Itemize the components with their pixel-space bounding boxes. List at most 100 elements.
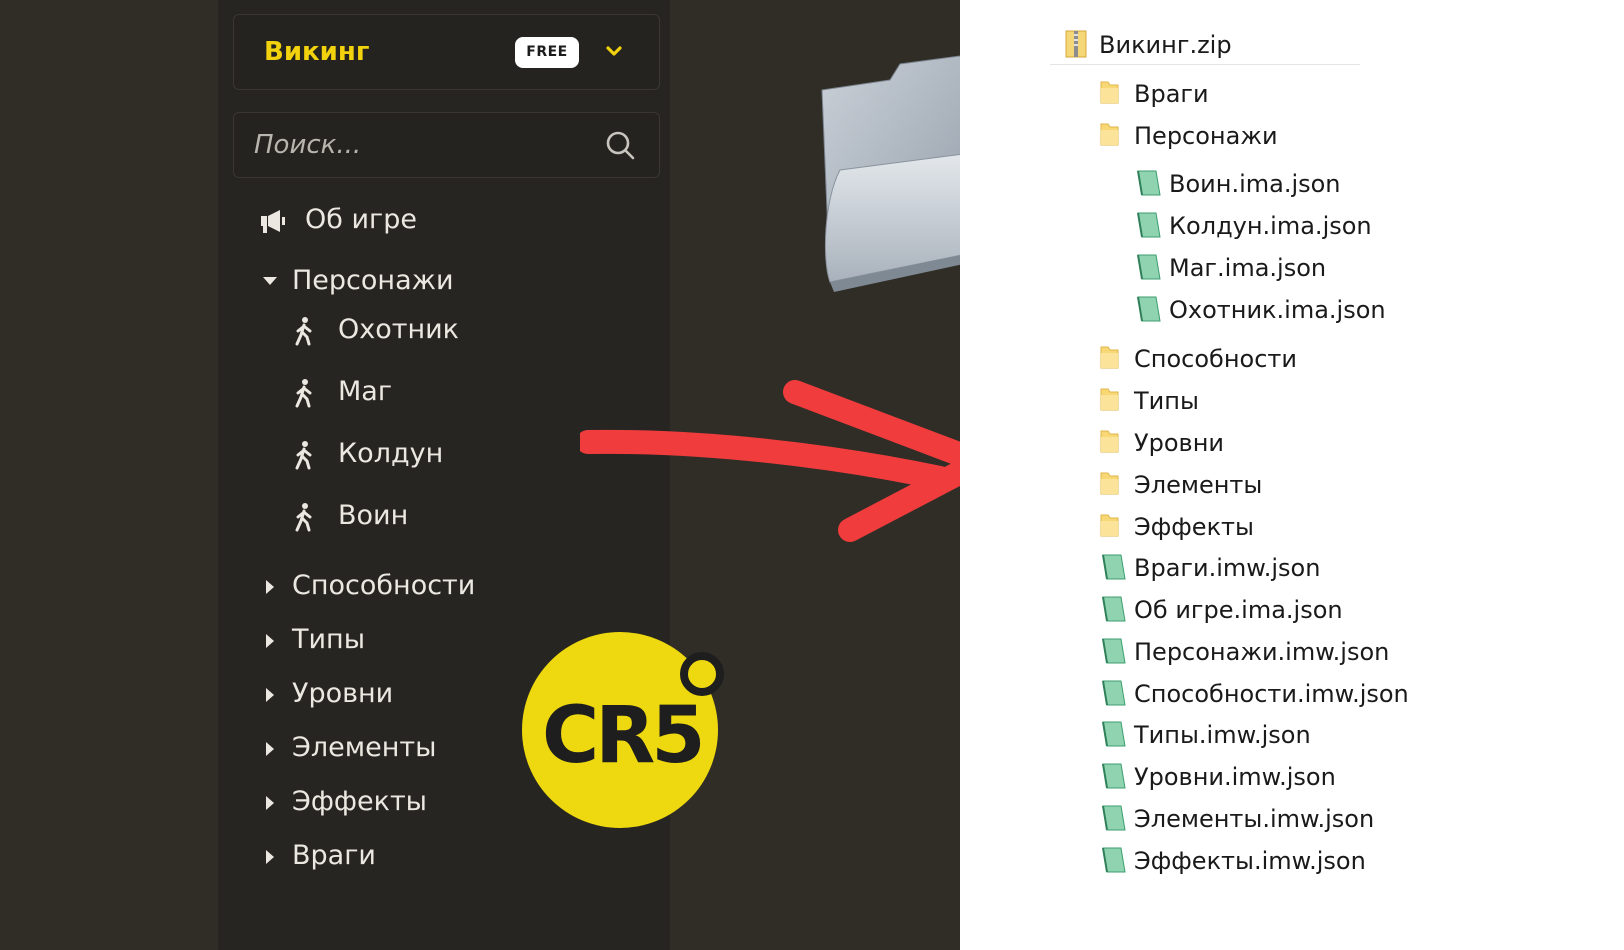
- search-box: [233, 112, 660, 178]
- zip-archive-icon: [1065, 30, 1087, 58]
- walking-person-icon: [295, 441, 312, 470]
- nav-label: Элементы: [292, 732, 437, 763]
- caret-right-icon: [266, 796, 274, 810]
- folder-icon: [1100, 388, 1119, 411]
- file-name: Уровни.imw.json: [1134, 763, 1336, 791]
- file-name: Эффекты.imw.json: [1134, 847, 1366, 875]
- file-item[interactable]: Об игре.ima.json: [1098, 592, 1398, 628]
- folder-icon: [1100, 81, 1119, 104]
- file-name: Враги: [1134, 80, 1209, 108]
- nav-group[interactable]: Уровни: [258, 677, 488, 717]
- archive-item[interactable]: Викинг.zip: [1063, 27, 1263, 63]
- json-file-icon: [1102, 554, 1126, 580]
- project-selector[interactable]: Викинг FREE: [233, 14, 660, 90]
- caret-right-icon: [266, 742, 274, 756]
- chevron-down-icon[interactable]: [604, 41, 624, 61]
- walking-person-icon: [295, 379, 312, 408]
- file-name: Элементы.imw.json: [1134, 805, 1375, 833]
- nav-group[interactable]: Способности: [258, 569, 488, 609]
- nav-label: Маг: [338, 376, 393, 407]
- nav-group[interactable]: Враги: [258, 839, 488, 879]
- caret-right-icon: [266, 850, 274, 864]
- file-item[interactable]: Эффекты.imw.json: [1098, 843, 1398, 879]
- plan-badge: FREE: [515, 37, 579, 68]
- json-file-icon: [1102, 763, 1126, 789]
- file-name: Охотник.ima.json: [1169, 296, 1386, 324]
- file-item[interactable]: Охотник.ima.json: [1133, 292, 1386, 328]
- nav-item-character[interactable]: Маг: [292, 375, 492, 415]
- json-file-icon: [1137, 254, 1161, 280]
- folder-item[interactable]: Элементы: [1098, 467, 1318, 503]
- caret-right-icon: [266, 688, 274, 702]
- folder-icon: [1100, 514, 1119, 537]
- json-file-icon: [1102, 721, 1126, 747]
- file-item[interactable]: Колдун.ima.json: [1133, 208, 1373, 244]
- cr5-logo: CR5: [522, 632, 724, 828]
- folder-item[interactable]: Враги: [1098, 76, 1298, 112]
- json-file-icon: [1102, 847, 1126, 873]
- nav-label: Типы: [292, 624, 366, 655]
- nav-label: Персонажи: [292, 265, 454, 296]
- walking-person-icon: [295, 317, 312, 346]
- caret-right-icon: [266, 634, 274, 648]
- folder-icon: [1100, 346, 1119, 369]
- file-item[interactable]: Элементы.imw.json: [1098, 801, 1398, 837]
- nav-label: Охотник: [338, 314, 459, 345]
- nav-label: Об игре: [305, 204, 417, 235]
- file-name: Способности: [1134, 345, 1297, 373]
- nav-label: Эффекты: [292, 786, 427, 817]
- file-item[interactable]: Персонажи.imw.json: [1098, 634, 1398, 670]
- nav-label: Враги: [292, 840, 376, 871]
- nav-label: Уровни: [292, 678, 394, 709]
- file-name: Эффекты: [1134, 513, 1254, 541]
- walking-person-icon: [295, 503, 312, 532]
- folder-icon: [1100, 123, 1119, 146]
- divider: [1050, 64, 1360, 65]
- file-name: Враги.imw.json: [1134, 554, 1321, 582]
- json-file-icon: [1137, 212, 1161, 238]
- folder-item[interactable]: Персонажи: [1098, 118, 1298, 154]
- folder-item[interactable]: Способности: [1098, 341, 1318, 377]
- file-item[interactable]: Способности.imw.json: [1098, 676, 1418, 712]
- caret-down-icon: [263, 277, 277, 285]
- nav-item-about[interactable]: Об игре: [258, 203, 458, 243]
- file-name: Маг.ima.json: [1169, 254, 1327, 282]
- folder-item[interactable]: Типы: [1098, 383, 1318, 419]
- folder-item[interactable]: Эффекты: [1098, 509, 1318, 545]
- search-input[interactable]: [254, 123, 584, 167]
- json-file-icon: [1102, 596, 1126, 622]
- nav-label: Способности: [292, 570, 476, 601]
- nav-item-character[interactable]: Воин: [292, 499, 492, 539]
- nav-group[interactable]: Эффекты: [258, 785, 488, 825]
- file-name: Колдун.ima.json: [1169, 212, 1372, 240]
- caret-right-icon: [266, 580, 274, 594]
- file-name: Уровни: [1134, 429, 1224, 457]
- nav-group[interactable]: Элементы: [258, 731, 488, 771]
- file-item[interactable]: Типы.imw.json: [1098, 717, 1398, 753]
- file-item[interactable]: Маг.ima.json: [1133, 250, 1373, 286]
- file-item[interactable]: Враги.imw.json: [1098, 550, 1398, 586]
- search-icon[interactable]: [604, 129, 638, 163]
- nav-label: Воин: [338, 500, 409, 531]
- folder-icon: [1100, 472, 1119, 495]
- file-item[interactable]: Воин.ima.json: [1133, 166, 1373, 202]
- nav-item-character[interactable]: Охотник: [292, 313, 492, 353]
- project-name: Викинг: [264, 37, 370, 67]
- json-file-icon: [1137, 296, 1161, 322]
- nav-label: Колдун: [338, 438, 444, 469]
- file-name: Об игре.ima.json: [1134, 596, 1343, 624]
- nav-group[interactable]: Типы: [258, 623, 488, 663]
- json-file-icon: [1102, 638, 1126, 664]
- megaphone-icon: [261, 210, 285, 233]
- file-name: Персонажи.imw.json: [1134, 638, 1390, 666]
- file-name: Типы: [1134, 387, 1199, 415]
- svg-text:CR5: CR5: [542, 691, 702, 781]
- file-name: Типы.imw.json: [1134, 721, 1311, 749]
- nav-item-character[interactable]: Колдун: [292, 437, 492, 477]
- folder-item[interactable]: Уровни: [1098, 425, 1318, 461]
- json-file-icon: [1137, 170, 1161, 196]
- folder-icon: [1100, 430, 1119, 453]
- nav-group-characters[interactable]: Персонажи: [258, 264, 478, 304]
- file-name: Способности.imw.json: [1134, 680, 1409, 708]
- file-item[interactable]: Уровни.imw.json: [1098, 759, 1398, 795]
